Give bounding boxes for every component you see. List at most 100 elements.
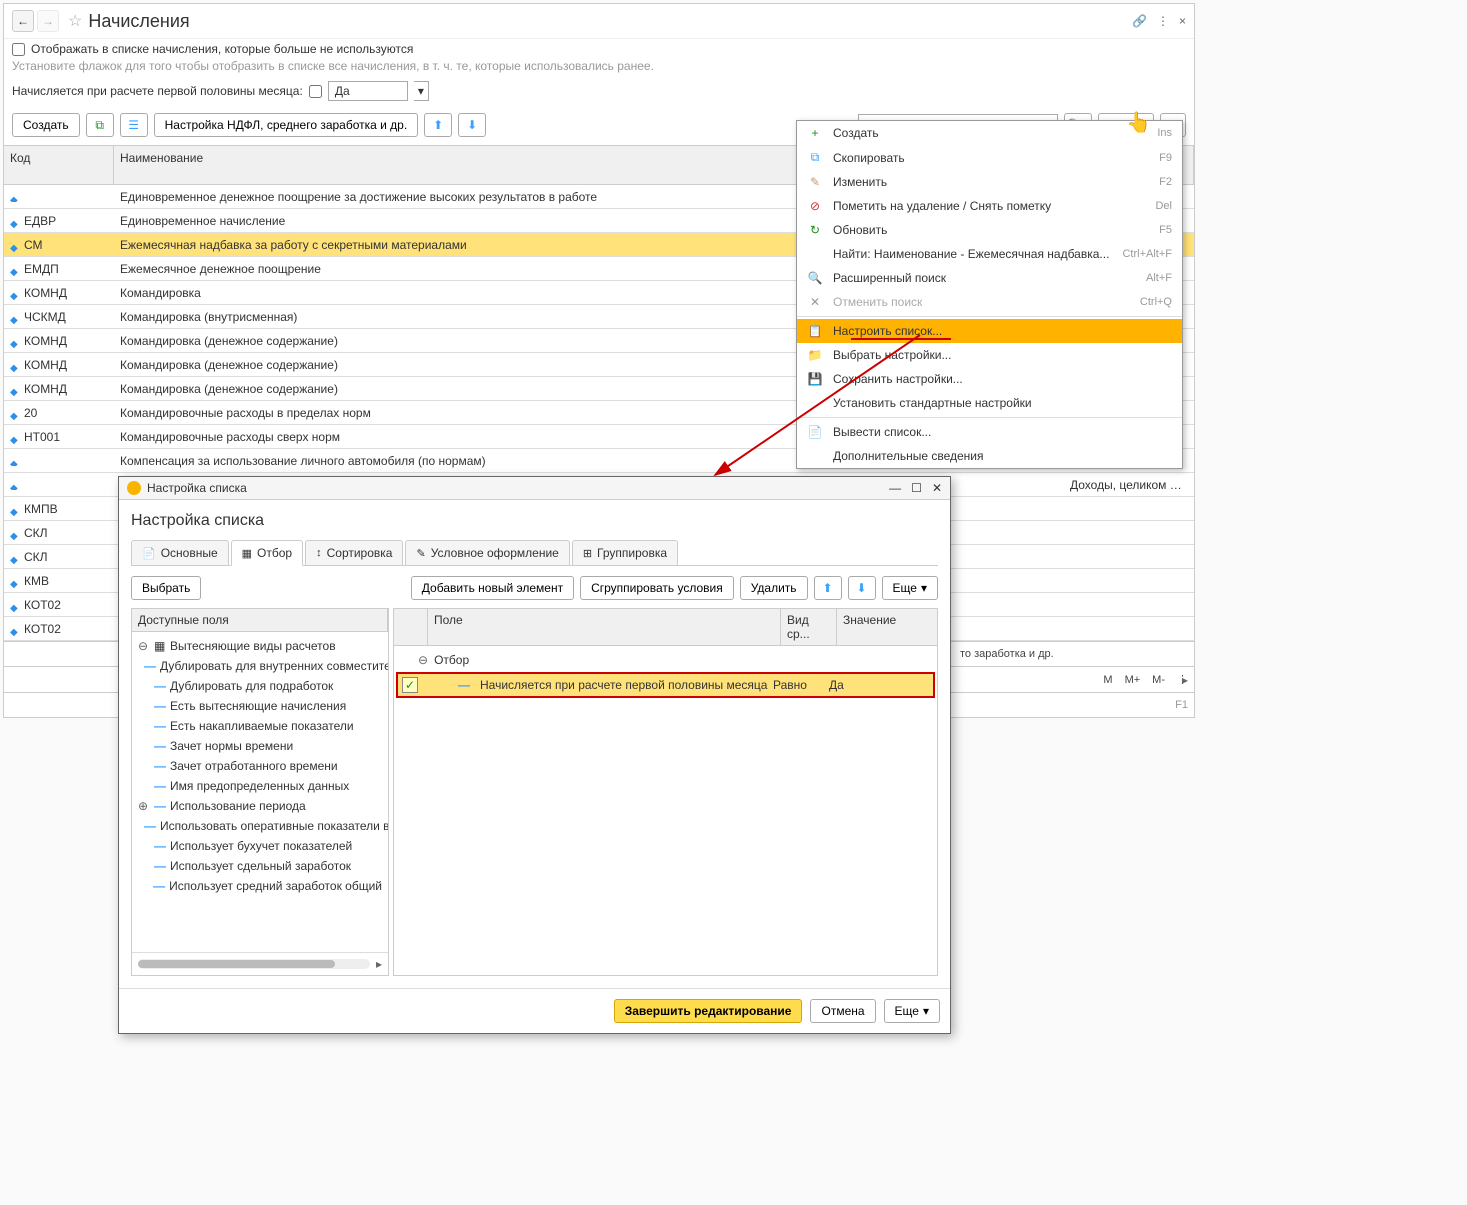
- tree-field-icon: —: [153, 879, 163, 893]
- tree-field-item[interactable]: ⊕ — Использование периода: [132, 796, 388, 816]
- mem-mminus[interactable]: M-: [1152, 674, 1165, 686]
- delete-button[interactable]: Удалить: [740, 576, 808, 600]
- row-icon: [10, 192, 20, 202]
- row-icon: [10, 504, 20, 514]
- tree-field-label: Имя предопределенных данных: [170, 779, 349, 793]
- available-fields-hscroll[interactable]: ▸: [132, 952, 388, 975]
- tab[interactable]: ↕Сортировка: [305, 540, 403, 565]
- finish-editing-button[interactable]: Завершить редактирование: [614, 999, 803, 1023]
- dialog-title-small: Настройка списка: [147, 481, 247, 495]
- tree-field-item[interactable]: — Использует средний заработок общий: [132, 876, 388, 896]
- copy-icon-button[interactable]: ⧉: [86, 113, 114, 137]
- ctx-item[interactable]: ⧉ Скопировать F9: [797, 145, 1182, 170]
- mem-mplus[interactable]: M+: [1125, 674, 1141, 686]
- filter-value-box[interactable]: Да: [328, 81, 408, 101]
- row-icon: [10, 480, 20, 490]
- tree-field-item[interactable]: — Использует бухучет показателей: [132, 836, 388, 856]
- cancel-button[interactable]: Отмена: [810, 999, 875, 1023]
- tab[interactable]: ⊞Группировка: [572, 540, 678, 565]
- ctx-item-icon: ✕: [807, 295, 823, 309]
- tree-expand-icon[interactable]: ⊕: [138, 799, 148, 813]
- tree-field-item[interactable]: — Дублировать для внутренних совместител…: [132, 656, 388, 676]
- ctx-item[interactable]: ↻ Обновить F5: [797, 218, 1182, 242]
- ctx-item[interactable]: ⊘ Пометить на удаление / Снять пометку D…: [797, 194, 1182, 218]
- tree-field-label: Использование периода: [170, 799, 306, 813]
- tab-icon: ▦: [242, 547, 252, 560]
- ctx-item-shortcut: Del: [1155, 200, 1172, 212]
- tab[interactable]: ✎Условное оформление: [405, 540, 569, 565]
- row-insurance-type: Доходы, целиком обл...: [1064, 478, 1194, 492]
- move-up-button[interactable]: ⬆: [424, 113, 452, 137]
- dialog-more-button[interactable]: Еще ▾: [882, 576, 938, 600]
- dialog-tabs: 📄Основные▦Отбор↕Сортировка✎Условное офор…: [131, 540, 938, 566]
- close-icon[interactable]: ×: [1179, 14, 1186, 28]
- nav-forward-button[interactable]: →: [37, 10, 59, 32]
- tree-field-item[interactable]: ⊖ ▦ Вытесняющие виды расчетов: [132, 636, 388, 656]
- tree-expand-icon[interactable]: ⊖: [138, 639, 148, 653]
- tree-field-item[interactable]: — Имя предопределенных данных: [132, 776, 388, 796]
- ctx-item[interactable]: + Создать Ins: [797, 121, 1182, 145]
- filter-enabled-checkbox[interactable]: ✓: [402, 677, 418, 693]
- ctx-item[interactable]: ✕ Отменить поиск Ctrl+Q: [797, 290, 1182, 314]
- tree-field-item[interactable]: — Дублировать для подработок: [132, 676, 388, 696]
- col-comparison: Вид ср...: [781, 609, 837, 645]
- tree-field-item[interactable]: — Зачет отработанного времени: [132, 756, 388, 776]
- list-icon-button[interactable]: ☰: [120, 113, 148, 137]
- move-down-button[interactable]: ⬇: [458, 113, 486, 137]
- row-code: НТ001: [24, 430, 60, 444]
- ctx-item[interactable]: Найти: Наименование - Ежемесячная надбав…: [797, 242, 1182, 266]
- dialog-move-down-button[interactable]: ⬇: [848, 576, 876, 600]
- row-icon: [10, 456, 20, 466]
- group-conditions-button[interactable]: Сгруппировать условия: [580, 576, 734, 600]
- kebab-icon[interactable]: ⋮: [1157, 14, 1169, 28]
- ctx-item-icon: 🔍: [807, 271, 823, 285]
- ctx-item[interactable]: 🔍 Расширенный поиск Alt+F: [797, 266, 1182, 290]
- page-title: Начисления: [88, 11, 189, 32]
- available-fields-tree[interactable]: ⊖ ▦ Вытесняющие виды расчетов — Дублиров…: [132, 632, 388, 952]
- ctx-item[interactable]: ✎ Изменить F2: [797, 170, 1182, 194]
- row-icon: [10, 384, 20, 394]
- tree-field-item[interactable]: — Использовать оперативные показатели в …: [132, 816, 388, 836]
- nav-back-button[interactable]: ←: [12, 10, 34, 32]
- tree-field-item[interactable]: — Есть вытесняющие начисления: [132, 696, 388, 716]
- col-code[interactable]: Код: [4, 146, 114, 184]
- filter-comparison: Равно: [773, 678, 829, 692]
- filter-checkbox[interactable]: [309, 85, 322, 98]
- tree-field-item[interactable]: — Зачет нормы времени: [132, 736, 388, 756]
- window-minimize-icon[interactable]: —: [889, 481, 901, 495]
- filter-root-label: Отбор: [434, 653, 469, 667]
- show-unused-checkbox[interactable]: [12, 43, 25, 56]
- create-button[interactable]: Создать: [12, 113, 80, 137]
- row-code: СКЛ: [24, 550, 48, 564]
- favorite-star-icon[interactable]: ☆: [68, 11, 82, 31]
- add-element-button[interactable]: Добавить новый элемент: [411, 576, 574, 600]
- window-maximize-icon[interactable]: ☐: [911, 481, 922, 495]
- tree-field-item[interactable]: — Использует сдельный заработок: [132, 856, 388, 876]
- link-icon[interactable]: 🔗: [1132, 14, 1147, 28]
- filter-condition-row[interactable]: ✓ — Начисляется при расчете первой полов…: [396, 672, 935, 698]
- filter-root-node[interactable]: ⊖ Отбор: [394, 650, 937, 670]
- filter-label: Начисляется при расчете первой половины …: [12, 84, 303, 98]
- row-code: КОТ02: [24, 622, 61, 636]
- ctx-item-label: Найти: Наименование - Ежемесячная надбав…: [833, 247, 1112, 261]
- ndfl-settings-button[interactable]: Настройка НДФЛ, среднего заработка и др.: [154, 113, 419, 137]
- table-scroll-right-icon[interactable]: ▸: [1182, 673, 1188, 687]
- ctx-item-shortcut: Ctrl+Alt+F: [1122, 248, 1172, 260]
- tree-field-label: Использует сдельный заработок: [170, 859, 351, 873]
- filter-dropdown-button[interactable]: ▾: [414, 81, 429, 101]
- ctx-item-label: Скопировать: [833, 151, 1149, 165]
- tab[interactable]: ▦Отбор: [231, 540, 303, 566]
- dialog-move-up-button[interactable]: ⬆: [814, 576, 842, 600]
- row-code: СМ: [24, 238, 43, 252]
- filter-value: Да: [829, 678, 929, 692]
- window-close-icon[interactable]: ✕: [932, 481, 942, 495]
- dialog-footer-more-button[interactable]: Еще ▾: [884, 999, 940, 1023]
- mem-m[interactable]: M: [1103, 674, 1112, 686]
- tree-field-label: Использовать оперативные показатели в уч…: [160, 819, 388, 833]
- ctx-item-label: Отменить поиск: [833, 295, 1130, 309]
- row-icon: [10, 576, 20, 586]
- ctx-item-icon: ⊘: [807, 199, 823, 213]
- tree-field-item[interactable]: — Есть накапливаемые показатели: [132, 716, 388, 736]
- tab[interactable]: 📄Основные: [131, 540, 229, 565]
- choose-button[interactable]: Выбрать: [131, 576, 201, 600]
